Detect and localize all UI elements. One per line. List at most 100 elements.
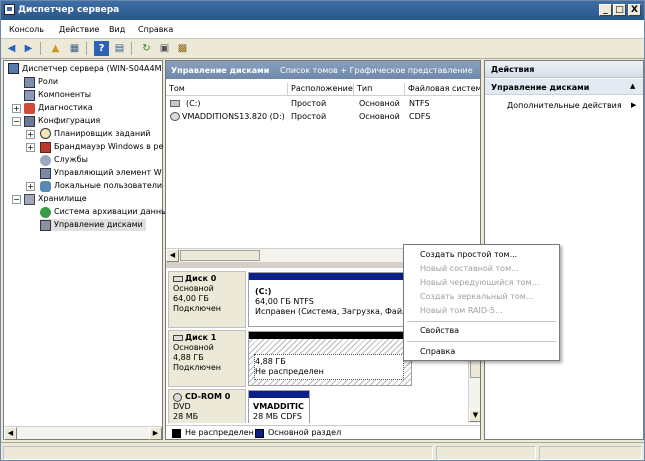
collapse-arrow-icon[interactable]: ▲ [630,82,635,90]
console-tree: Диспетчер сервера (WIN-S04A4M Роли Компо… [3,60,167,440]
disk-settings-icon[interactable]: ▩ [175,41,190,56]
table-row[interactable]: (C:) Простой Основной NTFS [166,97,480,110]
menu-item-new-raid5-volume[interactable]: Новый том RAID-5... [420,306,503,315]
menu-console[interactable]: Консоль [9,25,44,34]
properties-icon[interactable]: ▣ [157,41,172,56]
close-button[interactable]: X [628,4,641,16]
collapse-configuration-icon[interactable]: − [12,117,21,126]
submenu-arrow-icon: ▶ [631,101,637,109]
menu-item-new-striped-volume[interactable]: Новый чередующийся том... [420,278,539,287]
back-arrow-icon[interactable]: ◀ [4,41,19,56]
roles-icon [24,77,35,88]
wmi-icon [40,168,51,179]
services-gear-icon [40,155,51,166]
up-folder-icon[interactable]: ▲ [48,41,63,56]
window-title: Диспетчер сервера [18,5,120,15]
status-section [3,446,433,460]
title-bar[interactable]: Диспетчер сервера _ □ X [1,1,644,20]
disk-icon [173,276,183,282]
tree-item-backup[interactable]: Система архивации данны [40,206,167,218]
expand-task-scheduler-icon[interactable]: + [26,130,35,139]
users-icon [40,181,51,192]
expand-local-users-icon[interactable]: + [26,182,35,191]
legend: Не распределен Основной раздел [166,425,480,439]
tree-item-roles[interactable]: Роли [24,76,58,88]
context-menu: Создать простой том... Новый составной т… [403,244,560,361]
maximize-button[interactable]: □ [613,4,626,16]
expand-firewall-icon[interactable]: + [26,143,35,152]
actions-header: Действия [485,61,643,78]
menu-item-new-mirrored-volume[interactable]: Создать зеркальный том... [420,292,533,301]
menu-view[interactable]: Вид [109,25,125,34]
unallocated-swatch [172,429,181,438]
scroll-right-arrow-icon[interactable]: ▶ [149,427,162,440]
tree-hscrollbar[interactable]: ◀ ▶ [4,426,162,440]
menu-item-new-spanned-volume[interactable]: Новый составной том... [420,264,519,273]
cdrom-0-label[interactable]: CD-ROM 0 DVD 28 МБ [168,389,246,423]
tree-item-wmi[interactable]: Управляющий элемент W [40,167,162,179]
tree-item-storage[interactable]: Хранилище [24,193,87,205]
expand-diagnostics-icon[interactable]: + [12,104,21,113]
server-manager-icon [4,4,15,15]
menu-action[interactable]: Действие [59,25,99,34]
diagnostics-icon [24,103,35,114]
pane-subtitle: Список томов + Графическое представление [280,66,473,75]
menu-item-new-simple-volume[interactable]: Создать простой том... [420,250,517,259]
table-row[interactable]: VMADDITIONS13.820 (D:) Простой Основной … [166,110,480,123]
disk-1-label[interactable]: Диск 1 Основной 4,88 ГБ Подключен [168,330,246,387]
primary-partition-bar [249,391,309,398]
scroll-left-arrow-icon[interactable]: ◀ [166,249,179,262]
toolbar: ◀ ▶ ▲ ▦ ? ▤ ↻ ▣ ▩ [1,39,644,59]
tree-item-diagnostics[interactable]: Диагностика [24,102,93,114]
cd-icon [173,393,182,402]
action-pane-icon[interactable]: ▤ [112,41,127,56]
menu-help[interactable]: Справка [138,25,173,34]
scroll-down-arrow-icon[interactable]: ▼ [469,409,480,422]
backup-icon [40,207,51,218]
tree-item-local-users[interactable]: Локальные пользователи [40,180,162,192]
menu-bar: Консоль Действие Вид Справка [1,20,644,39]
collapse-storage-icon[interactable]: − [12,195,21,204]
minimize-button[interactable]: _ [599,4,612,16]
tree-item-disk-management[interactable]: Управление дисками [40,219,146,231]
tree-item-configuration[interactable]: Конфигурация [24,115,100,127]
disk-0-label[interactable]: Диск 0 Основной 64,00 ГБ Подключен [168,271,246,328]
status-section [539,446,642,460]
status-bar [1,442,644,460]
scroll-thumb[interactable] [180,250,260,261]
cd-drive-icon [170,112,180,121]
toolbar-separator [40,42,41,55]
server-icon [8,63,19,74]
scroll-left-arrow-icon[interactable]: ◀ [4,427,17,440]
column-header-type[interactable]: Тип [354,83,405,96]
volume-vmadditions[interactable]: VMADDITIC 28 МБ CDFS [248,390,310,423]
column-header-layout[interactable]: Расположение [288,83,354,96]
tree-item-root[interactable]: Диспетчер сервера (WIN-S04A4M [8,63,161,75]
menu-separator [407,341,556,342]
forward-arrow-icon[interactable]: ▶ [21,41,36,56]
pane-header: Управление дисками Список томов + Графич… [166,61,480,79]
action-more-actions[interactable]: Дополнительные действия ▶ [507,101,641,113]
disk-management-icon [40,220,51,231]
menu-item-properties[interactable]: Свойства [420,326,459,335]
menu-item-help[interactable]: Справка [420,347,455,356]
primary-partition-swatch [255,429,264,438]
console-tree-icon[interactable]: ▦ [67,41,82,56]
tree-item-components[interactable]: Компоненты [24,89,91,101]
column-header-volume[interactable]: Том [166,83,288,96]
scroll-thumb[interactable] [470,358,480,378]
unallocated-space[interactable]: 4,88 ГБ Не распределен [248,331,412,386]
configuration-icon [24,116,35,127]
pane-title: Управление дисками [171,66,270,75]
unallocated-bar [249,332,411,339]
column-header-filesystem[interactable]: Файловая систем [405,83,480,96]
tree-item-task-scheduler[interactable]: Планировщик заданий [40,128,150,140]
components-icon [24,90,35,101]
tree-item-firewall[interactable]: Брандмауэр Windows в ре [40,141,163,153]
refresh-icon[interactable]: ↻ [139,41,154,56]
tree-item-services[interactable]: Службы [40,154,88,166]
help-icon[interactable]: ? [94,41,109,56]
drive-icon [170,100,180,107]
actions-section-disk-management[interactable]: Управление дисками ▲ [485,79,643,95]
clock-icon [40,128,51,139]
